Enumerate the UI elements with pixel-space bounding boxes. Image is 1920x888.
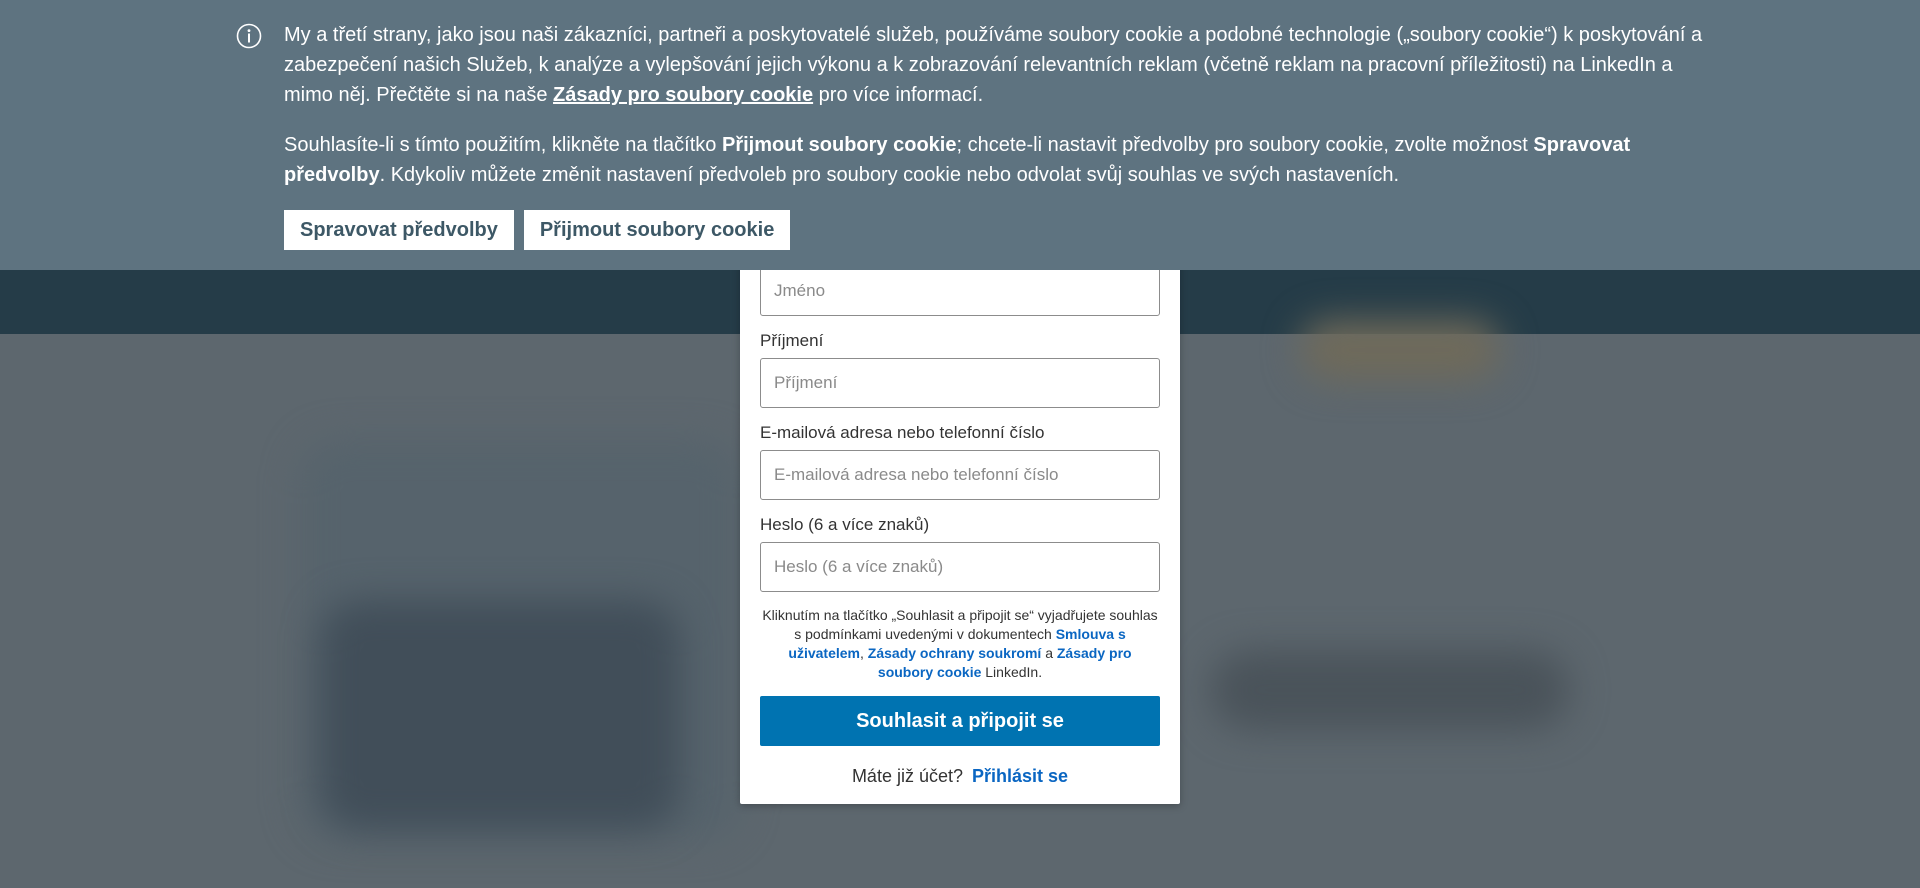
cookie-paragraph-1: My a třetí strany, jako jsou naši zákazn… [284, 20, 1704, 110]
last-name-input[interactable] [760, 358, 1160, 408]
cookie-text-part: Souhlasíte-li s tímto použitím, klikněte… [284, 134, 717, 156]
password-input[interactable] [760, 542, 1160, 592]
info-circle-icon [236, 23, 262, 49]
background-glow-blur [1300, 320, 1500, 380]
background-image-blur [320, 600, 680, 830]
cookie-banner: My a třetí strany, jako jsou naši zákazn… [0, 0, 1920, 270]
cookie-button-group: Spravovat předvolby Přijmout soubory coo… [284, 210, 791, 250]
signup-card: Příjmení E-mailová adresa nebo telefonní… [740, 260, 1180, 804]
first-name-input[interactable] [760, 266, 1160, 316]
email-label: E-mailová adresa nebo telefonní číslo [760, 423, 1045, 442]
cookie-message: My a třetí strany, jako jsou naši zákazn… [284, 20, 1704, 210]
have-account-text: Máte již účet? [851, 766, 963, 786]
password-label: Heslo (6 a více znaků) [760, 515, 930, 534]
cookie-text-part: My a třetí strany, jako jsou naši zákazn… [284, 24, 1703, 106]
cookie-text-part: pro více informací. [818, 84, 984, 106]
signin-row: Máte již účet? Přihlásit se [760, 766, 1160, 787]
terms-text: Kliknutím na tlačítko „Souhlasit a připo… [760, 606, 1160, 682]
cookie-policy-banner-link[interactable]: Zásady pro soubory cookie [553, 84, 813, 106]
cookie-text-bold: Přijmout soubory cookie [721, 134, 957, 156]
background-text-blur [1210, 650, 1570, 730]
last-name-label: Příjmení [760, 331, 824, 350]
agree-and-join-button[interactable]: Souhlasit a připojit se [760, 696, 1160, 746]
terms-separator: , [860, 645, 864, 661]
manage-preferences-button[interactable]: Spravovat předvolby [284, 210, 514, 250]
terms-end: LinkedIn. [985, 664, 1043, 680]
privacy-policy-link[interactable]: Zásady ochrany soukromí [868, 645, 1042, 661]
signin-link[interactable]: Přihlásit se [972, 766, 1068, 786]
cookie-text-part: ; chcete-li nastavit předvolby pro soubo… [956, 134, 1528, 156]
accept-cookies-button[interactable]: Přijmout soubory cookie [523, 210, 791, 250]
cookie-paragraph-2: Souhlasíte-li s tímto použitím, klikněte… [284, 130, 1704, 190]
email-input[interactable] [760, 450, 1160, 500]
cookie-text-part: . Kdykoliv můžete změnit nastavení předv… [379, 164, 1400, 186]
terms-and: a [1045, 645, 1053, 661]
